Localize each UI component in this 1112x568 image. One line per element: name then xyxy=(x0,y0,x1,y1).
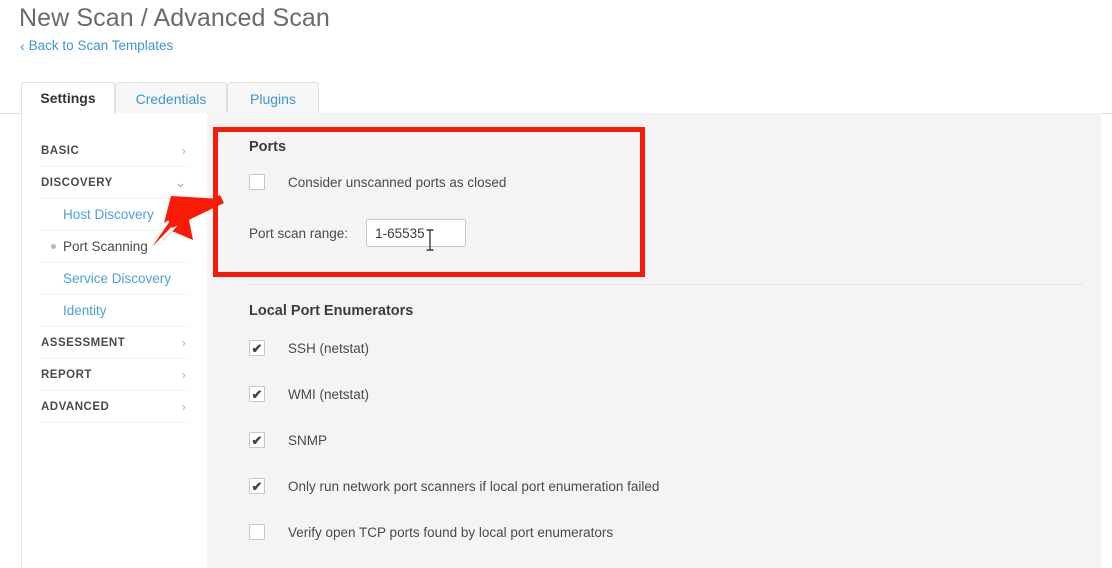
tab-plugins-label: Plugins xyxy=(250,90,296,107)
scan-settings-page: New Scan / Advanced Scan ‹ Back to Scan … xyxy=(0,0,1112,568)
checkbox-wmi-netstat[interactable]: ✔ xyxy=(249,386,265,402)
checkbox-row-only-run-network-scanners[interactable]: ✔ Only run network port scanners if loca… xyxy=(249,477,659,495)
chevron-right-icon: › xyxy=(181,367,186,382)
sidebar-item-port-scanning-label: Port Scanning xyxy=(63,239,148,254)
checkbox-unscanned-closed-label: Consider unscanned ports as closed xyxy=(288,174,507,190)
sidebar-item-advanced[interactable]: ADVANCED › xyxy=(41,391,188,423)
checkbox-row-snmp[interactable]: ✔ SNMP xyxy=(249,431,327,449)
sidebar-item-basic-label: BASIC xyxy=(41,144,80,157)
chevron-right-icon: › xyxy=(181,399,186,414)
chevron-right-icon: › xyxy=(181,335,186,350)
sidebar-item-host-discovery-label: Host Discovery xyxy=(63,207,154,222)
sidebar-item-port-scanning[interactable]: Port Scanning xyxy=(41,231,188,263)
page-title: New Scan / Advanced Scan xyxy=(19,4,330,32)
tab-settings[interactable]: Settings xyxy=(21,82,115,114)
chevron-left-icon: ‹ xyxy=(20,37,25,54)
sidebar-item-identity-label: Identity xyxy=(63,303,107,318)
section-divider xyxy=(249,284,1083,285)
checkbox-only-run-network-scanners[interactable]: ✔ xyxy=(249,478,265,494)
tab-strip: Settings Credentials Plugins xyxy=(0,82,1112,114)
settings-panel: BASIC › DISCOVERY ⌄ Host Discovery Port … xyxy=(21,113,1101,568)
checkbox-only-run-network-scanners-label: Only run network port scanners if local … xyxy=(288,478,660,494)
checkbox-verify-open-tcp-ports-label: Verify open TCP ports found by local por… xyxy=(288,524,614,540)
check-icon: ✔ xyxy=(251,432,263,448)
checkbox-row-unscanned-closed[interactable]: Consider unscanned ports as closed xyxy=(249,173,506,191)
back-to-scan-templates-link[interactable]: ‹ Back to Scan Templates xyxy=(20,38,173,53)
checkbox-row-wmi-netstat[interactable]: ✔ WMI (netstat) xyxy=(249,385,369,403)
checkbox-row-ssh-netstat[interactable]: ✔ SSH (netstat) xyxy=(249,339,369,357)
check-icon: ✔ xyxy=(251,478,263,494)
checkbox-unscanned-closed[interactable] xyxy=(249,174,265,190)
checkbox-row-verify-open-tcp-ports[interactable]: Verify open TCP ports found by local por… xyxy=(249,523,613,541)
enumerators-section-heading: Local Port Enumerators xyxy=(249,303,414,319)
sidebar-item-identity[interactable]: Identity xyxy=(41,295,188,327)
settings-content: Ports Consider unscanned ports as closed… xyxy=(207,113,1101,568)
tab-credentials[interactable]: Credentials xyxy=(115,82,227,114)
check-icon: ✔ xyxy=(251,340,263,356)
sidebar-item-report-label: REPORT xyxy=(41,368,92,381)
settings-sidebar: BASIC › DISCOVERY ⌄ Host Discovery Port … xyxy=(22,113,207,568)
sidebar-item-discovery-label: DISCOVERY xyxy=(41,176,113,189)
sidebar-item-discovery[interactable]: DISCOVERY ⌄ xyxy=(41,167,188,199)
checkbox-verify-open-tcp-ports[interactable] xyxy=(249,524,265,540)
current-item-bullet-icon xyxy=(51,244,56,249)
ports-section-heading: Ports xyxy=(249,139,287,155)
sidebar-item-basic[interactable]: BASIC › xyxy=(41,135,188,167)
chevron-right-icon: › xyxy=(181,143,186,158)
checkbox-ssh-netstat-label: SSH (netstat) xyxy=(288,340,370,356)
port-scan-range-row: Port scan range: xyxy=(249,219,467,247)
sidebar-item-assessment-label: ASSESSMENT xyxy=(41,336,126,349)
sidebar-item-service-discovery[interactable]: Service Discovery xyxy=(41,263,188,295)
back-link-label: Back to Scan Templates xyxy=(28,38,174,53)
chevron-down-icon: ⌄ xyxy=(175,175,186,190)
sidebar-item-advanced-label: ADVANCED xyxy=(41,400,110,413)
sidebar-item-service-discovery-label: Service Discovery xyxy=(63,271,172,286)
sidebar-item-assessment[interactable]: ASSESSMENT › xyxy=(41,327,188,359)
port-scan-range-label: Port scan range: xyxy=(249,225,349,241)
check-icon: ✔ xyxy=(251,386,263,402)
checkbox-ssh-netstat[interactable]: ✔ xyxy=(249,340,265,356)
port-scan-range-input[interactable] xyxy=(366,219,467,247)
tab-plugins[interactable]: Plugins xyxy=(227,82,319,114)
sidebar-item-report[interactable]: REPORT › xyxy=(41,359,188,391)
checkbox-snmp-label: SNMP xyxy=(288,432,328,448)
checkbox-wmi-netstat-label: WMI (netstat) xyxy=(288,386,370,402)
checkbox-snmp[interactable]: ✔ xyxy=(249,432,265,448)
tab-credentials-label: Credentials xyxy=(135,90,207,107)
sidebar-item-host-discovery[interactable]: Host Discovery xyxy=(41,199,188,231)
tab-settings-label: Settings xyxy=(40,90,96,106)
